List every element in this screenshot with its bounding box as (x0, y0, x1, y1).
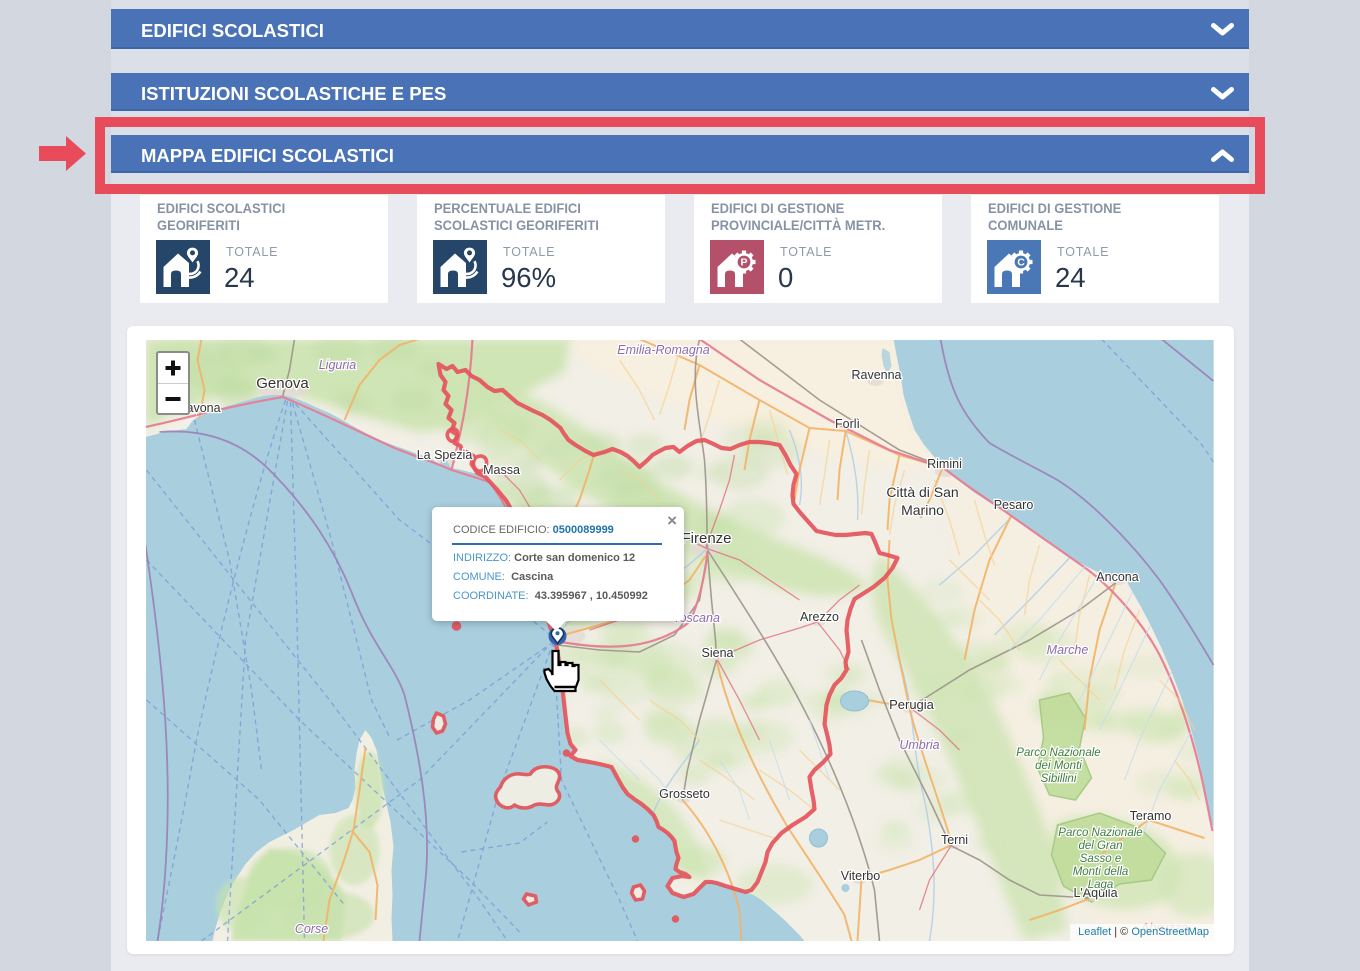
svg-text:Parco Nazionale: Parco Nazionale (1058, 827, 1142, 839)
svg-text:Emilia-Romagna: Emilia-Romagna (617, 343, 709, 357)
svg-text:Liguria: Liguria (319, 358, 357, 372)
svg-text:P: P (740, 257, 747, 269)
svg-text:Massa: Massa (483, 463, 520, 477)
svg-text:Pesaro: Pesaro (994, 498, 1034, 512)
svg-text:Perugia: Perugia (889, 697, 935, 712)
svg-text:Terni: Terni (941, 833, 968, 847)
svg-text:Firenze: Firenze (681, 530, 731, 547)
svg-text:Teramo: Teramo (1130, 809, 1172, 823)
svg-text:avona: avona (187, 401, 221, 415)
svg-text:Viterbo: Viterbo (841, 869, 880, 883)
svg-text:Grosseto: Grosseto (659, 787, 710, 801)
svg-text:C: C (1017, 257, 1025, 269)
svg-text:Arezzo: Arezzo (800, 610, 839, 624)
svg-text:Monti della: Monti della (1073, 866, 1129, 878)
svg-text:Città di San: Città di San (886, 484, 958, 500)
svg-text:Laga: Laga (1088, 879, 1114, 891)
svg-text:Siena: Siena (702, 646, 734, 660)
svg-text:Genova: Genova (256, 375, 309, 392)
svg-text:La Spezia: La Spezia (417, 448, 473, 462)
svg-text:Parco Nazionale: Parco Nazionale (1016, 747, 1100, 759)
svg-text:Rimini: Rimini (927, 457, 962, 471)
svg-text:Ancona: Ancona (1096, 570, 1138, 584)
svg-text:Forlì: Forlì (835, 417, 860, 431)
svg-text:dei Monti: dei Monti (1035, 760, 1082, 772)
svg-text:Ravenna: Ravenna (851, 368, 901, 382)
svg-text:Sibillini: Sibillini (1041, 773, 1077, 785)
svg-text:Umbria: Umbria (899, 738, 939, 752)
svg-text:del Gran: del Gran (1078, 840, 1122, 852)
svg-text:Marche: Marche (1047, 643, 1089, 657)
svg-text:Sasso e: Sasso e (1080, 853, 1122, 865)
svg-text:Marino: Marino (901, 502, 944, 518)
svg-text:Corse: Corse (295, 922, 328, 936)
